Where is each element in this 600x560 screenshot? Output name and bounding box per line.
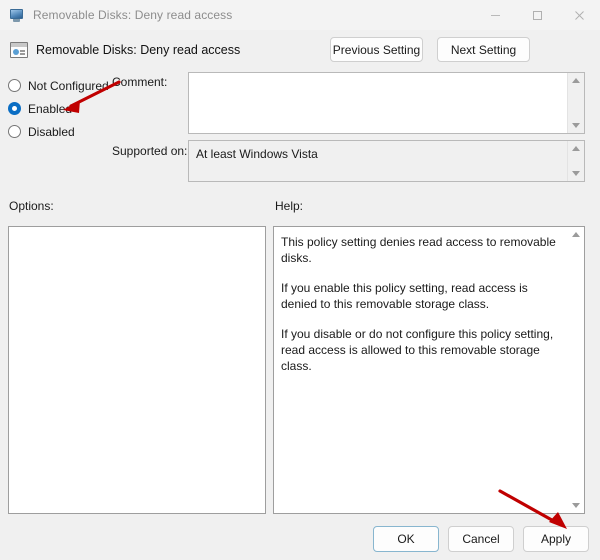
options-panel[interactable] [8,226,266,514]
help-paragraph: If you disable or do not configure this … [281,327,554,373]
comment-scrollbar[interactable] [567,73,584,133]
next-setting-button[interactable]: Next Setting [437,37,530,62]
help-panel: This policy setting denies read access t… [273,226,585,514]
window-controls [474,0,600,30]
help-text: This policy setting denies read access t… [274,227,568,513]
title-bar: Removable Disks: Deny read access [0,0,600,30]
comment-field[interactable] [188,72,585,134]
state-radio-group: Not Configured Enabled Disabled [8,74,118,143]
scroll-down-icon[interactable] [568,166,584,181]
comment-label: Comment: [112,75,168,89]
scroll-down-icon[interactable] [568,498,584,513]
radio-button-icon [8,125,21,138]
page-title: Removable Disks: Deny read access [36,43,241,57]
setting-navigation: Previous Setting Next Setting [330,37,530,62]
supported-on-scrollbar[interactable] [567,141,584,181]
scroll-up-icon[interactable] [568,227,584,242]
scroll-up-icon[interactable] [568,141,584,156]
radio-label: Disabled [28,124,75,139]
scroll-down-icon[interactable] [568,118,584,133]
radio-button-icon [8,79,21,92]
window-title: Removable Disks: Deny read access [33,8,233,22]
policy-header: Removable Disks: Deny read access Previo… [0,34,600,66]
radio-not-configured[interactable]: Not Configured [8,74,118,97]
help-paragraph: If you enable this policy setting, read … [281,281,528,311]
apply-button[interactable]: Apply [523,526,589,552]
supported-on-label: Supported on: [112,144,188,158]
supported-on-value: At least Windows Vista [196,147,318,161]
radio-label: Not Configured [28,78,109,93]
ok-button[interactable]: OK [373,526,439,552]
minimize-icon[interactable] [474,0,516,30]
dialog-buttons: OK Cancel Apply [373,526,589,552]
help-label: Help: [275,199,304,213]
comment-input[interactable] [189,73,567,133]
help-paragraph: This policy setting denies read access t… [281,235,556,265]
close-icon[interactable] [558,0,600,30]
radio-button-selected-icon [8,102,21,115]
previous-setting-button[interactable]: Previous Setting [330,37,423,62]
radio-label: Enabled [28,101,73,116]
help-scrollbar[interactable] [568,227,584,513]
scroll-up-icon[interactable] [568,73,584,88]
supported-on-field: At least Windows Vista [188,140,585,182]
dialog-footer: OK Cancel Apply [0,522,600,560]
policy-setting-icon [10,41,28,59]
cancel-button[interactable]: Cancel [448,526,514,552]
settings-form: Not Configured Enabled Disabled Comment:… [0,66,600,186]
options-label: Options: [9,199,54,213]
radio-enabled[interactable]: Enabled [8,97,118,120]
radio-disabled[interactable]: Disabled [8,120,118,143]
maximize-icon[interactable] [516,0,558,30]
monitor-icon [9,7,25,23]
